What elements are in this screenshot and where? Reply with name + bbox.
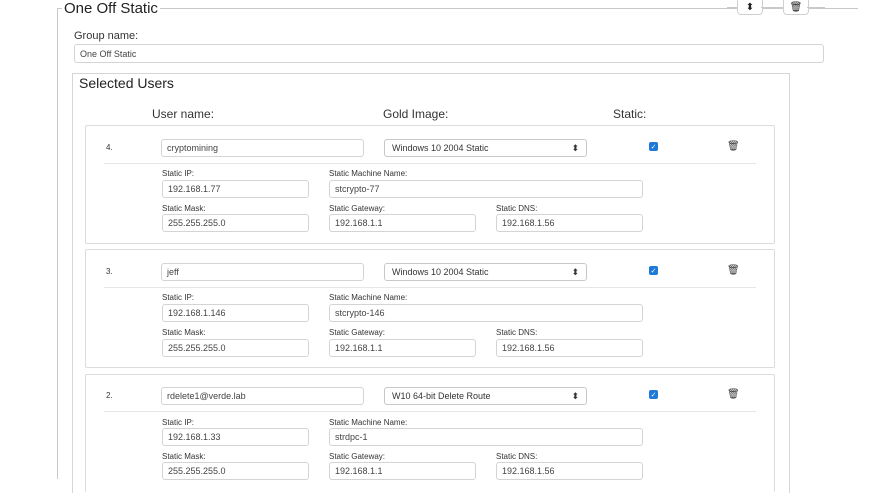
group-name-label: Group name: (74, 30, 139, 42)
select-arrow-icon: ⬍ (571, 390, 579, 401)
static-dns-input[interactable]: 192.168.1.56 (496, 462, 643, 480)
static-ip-label: Static IP: (162, 169, 195, 178)
user-index: 2. (106, 391, 113, 400)
delete-user-button[interactable]: 🗑 (727, 141, 740, 152)
fieldset-border (761, 7, 783, 8)
column-header-static: Static: (613, 107, 647, 121)
check-icon: ✓ (650, 391, 657, 399)
static-machine-name-label: Static Machine Name: (329, 293, 408, 302)
select-arrow-icon: ⬍ (571, 266, 579, 277)
static-machine-name-input[interactable]: stcrypto-77 (329, 180, 643, 198)
static-machine-name-input[interactable]: stcrypto-146 (329, 304, 643, 322)
divider (104, 411, 756, 412)
delete-group-button[interactable]: 🗑 (783, 0, 809, 15)
group-name-input[interactable]: One Off Static (74, 44, 824, 63)
gold-image-select[interactable]: Windows 10 2004 Static ⬍ (384, 263, 587, 281)
delete-user-button[interactable]: 🗑 (727, 265, 740, 276)
select-arrow-icon: ⬍ (571, 142, 579, 153)
user-index: 3. (106, 267, 113, 276)
username-input[interactable]: cryptomining (161, 139, 364, 157)
fieldset-border (807, 7, 825, 8)
static-machine-name-label: Static Machine Name: (329, 418, 408, 427)
static-machine-name-input[interactable]: strdpc-1 (329, 428, 643, 446)
static-mask-input[interactable]: 255.255.255.0 (162, 462, 309, 480)
static-checkbox[interactable]: ✓ (649, 266, 658, 275)
group-legend: One Off Static (62, 0, 160, 17)
check-icon: ✓ (650, 267, 657, 275)
static-gateway-label: Static Gateway: (329, 452, 386, 461)
static-ip-input[interactable]: 192.168.1.146 (162, 304, 309, 322)
static-mask-input[interactable]: 255.255.255.0 (162, 214, 309, 232)
static-mask-label: Static Mask: (162, 452, 206, 461)
static-ip-label: Static IP: (162, 418, 195, 427)
static-checkbox[interactable]: ✓ (649, 390, 658, 399)
static-ip-input[interactable]: 192.168.1.77 (162, 180, 309, 198)
static-gateway-label: Static Gateway: (329, 328, 386, 337)
column-header-gold-image: Gold Image: (383, 107, 449, 121)
static-ip-input[interactable]: 192.168.1.33 (162, 428, 309, 446)
static-dns-input[interactable]: 192.168.1.56 (496, 214, 643, 232)
trash-icon: 🗑 (727, 265, 740, 276)
column-header-username: User name: (152, 107, 215, 121)
static-mask-label: Static Mask: (162, 328, 206, 337)
gold-image-select[interactable]: Windows 10 2004 Static ⬍ (384, 139, 587, 157)
static-mask-input[interactable]: 255.255.255.0 (162, 339, 309, 357)
static-mask-label: Static Mask: (162, 204, 206, 213)
static-checkbox[interactable]: ✓ (649, 142, 658, 151)
static-gateway-input[interactable]: 192.168.1.1 (329, 462, 476, 480)
username-input[interactable]: rdelete1@verde.lab (161, 387, 364, 405)
trash-icon: 🗑 (789, 1, 803, 13)
static-dns-input[interactable]: 192.168.1.56 (496, 339, 643, 357)
gold-image-value: Windows 10 2004 Static (392, 143, 489, 153)
divider (104, 287, 756, 288)
static-dns-label: Static DNS: (496, 328, 538, 337)
gold-image-value: W10 64-bit Delete Route (392, 391, 491, 401)
selected-users-legend: Selected Users (79, 75, 174, 91)
static-gateway-input[interactable]: 192.168.1.1 (329, 214, 476, 232)
static-ip-label: Static IP: (162, 293, 195, 302)
check-icon: ✓ (650, 143, 657, 151)
divider (104, 163, 756, 164)
static-machine-name-label: Static Machine Name: (329, 169, 408, 178)
trash-icon: 🗑 (727, 389, 740, 400)
static-dns-label: Static DNS: (496, 452, 538, 461)
user-index: 4. (106, 143, 113, 152)
static-gateway-label: Static Gateway: (329, 204, 386, 213)
sort-button[interactable]: ⬍ (737, 0, 763, 15)
static-gateway-input[interactable]: 192.168.1.1 (329, 339, 476, 357)
sort-icon: ⬍ (745, 1, 755, 13)
fieldset-border (727, 7, 737, 8)
gold-image-value: Windows 10 2004 Static (392, 267, 489, 277)
username-input[interactable]: jeff (161, 263, 364, 281)
trash-icon: 🗑 (727, 141, 740, 152)
static-dns-label: Static DNS: (496, 204, 538, 213)
delete-user-button[interactable]: 🗑 (727, 389, 740, 400)
gold-image-select[interactable]: W10 64-bit Delete Route ⬍ (384, 387, 587, 405)
